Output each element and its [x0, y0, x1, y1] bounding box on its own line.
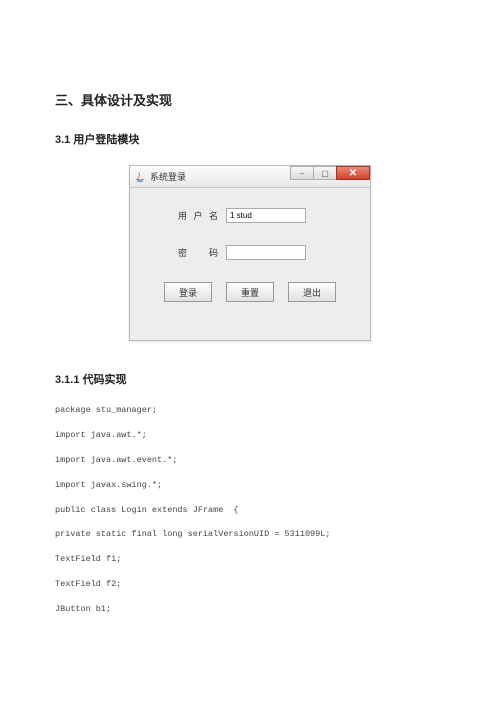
java-icon	[134, 171, 146, 183]
window-title: 系统登录	[150, 170, 186, 183]
code-line: package stu_manager;	[55, 405, 445, 417]
code-line: JButton b1;	[55, 604, 445, 616]
username-input[interactable]	[226, 208, 306, 223]
reset-button[interactable]: 重置	[226, 282, 274, 302]
password-row: 密 码	[148, 245, 352, 260]
exit-button[interactable]: 退出	[288, 282, 336, 302]
password-input[interactable]	[226, 245, 306, 260]
subsection-heading-code: 3.1.1 代码实现	[55, 371, 445, 387]
code-line: import java.awt.*;	[55, 430, 445, 442]
window-maximize-button[interactable]: ▢	[313, 166, 337, 180]
code-line: public class Login extends JFrame {	[55, 505, 445, 517]
window-titlebar: 系统登录 – ▢ ✕	[130, 166, 370, 188]
login-dialog: 系统登录 – ▢ ✕ 用户名 密 码 登录 重置 退出	[129, 165, 371, 341]
code-line: private static final long serialVersionU…	[55, 529, 445, 541]
password-label: 密 码	[178, 246, 218, 259]
subsection-heading-module: 3.1 用户登陆模块	[55, 131, 445, 147]
dialog-body: 用户名 密 码 登录 重置 退出	[130, 188, 370, 340]
code-listing: package stu_manager; import java.awt.*; …	[55, 405, 445, 616]
window-close-button[interactable]: ✕	[336, 166, 370, 180]
window-minimize-button[interactable]: –	[290, 166, 314, 180]
login-button[interactable]: 登录	[164, 282, 212, 302]
button-row: 登录 重置 退出	[148, 282, 352, 302]
code-line: TextField f1;	[55, 554, 445, 566]
username-label: 用户名	[178, 209, 218, 222]
window-control-group: – ▢ ✕	[291, 166, 370, 182]
code-line: TextField f2;	[55, 579, 445, 591]
code-line: import javax.swing.*;	[55, 480, 445, 492]
dialog-screenshot-container: 系统登录 – ▢ ✕ 用户名 密 码 登录 重置 退出	[55, 165, 445, 341]
section-heading: 三、具体设计及实现	[55, 90, 445, 109]
username-row: 用户名	[148, 208, 352, 223]
code-line: import java.awt.event.*;	[55, 455, 445, 467]
